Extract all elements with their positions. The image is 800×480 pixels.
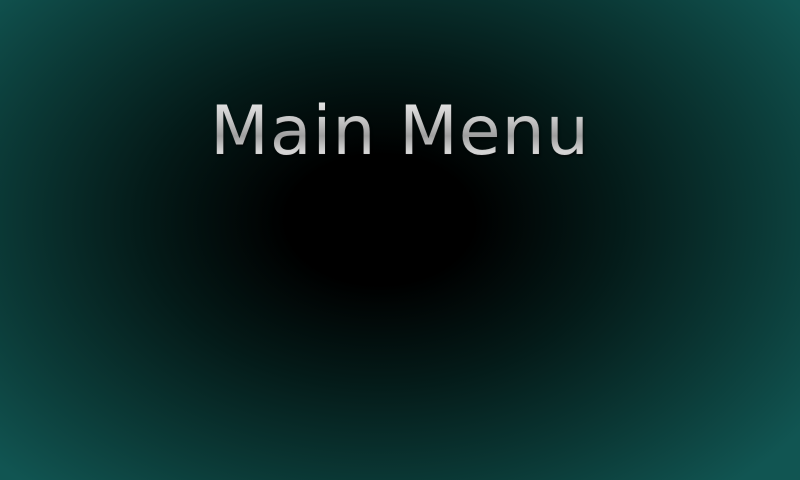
main-menu-screen: Main Menu	[0, 0, 800, 480]
main-menu-title: Main Menu	[0, 92, 800, 172]
